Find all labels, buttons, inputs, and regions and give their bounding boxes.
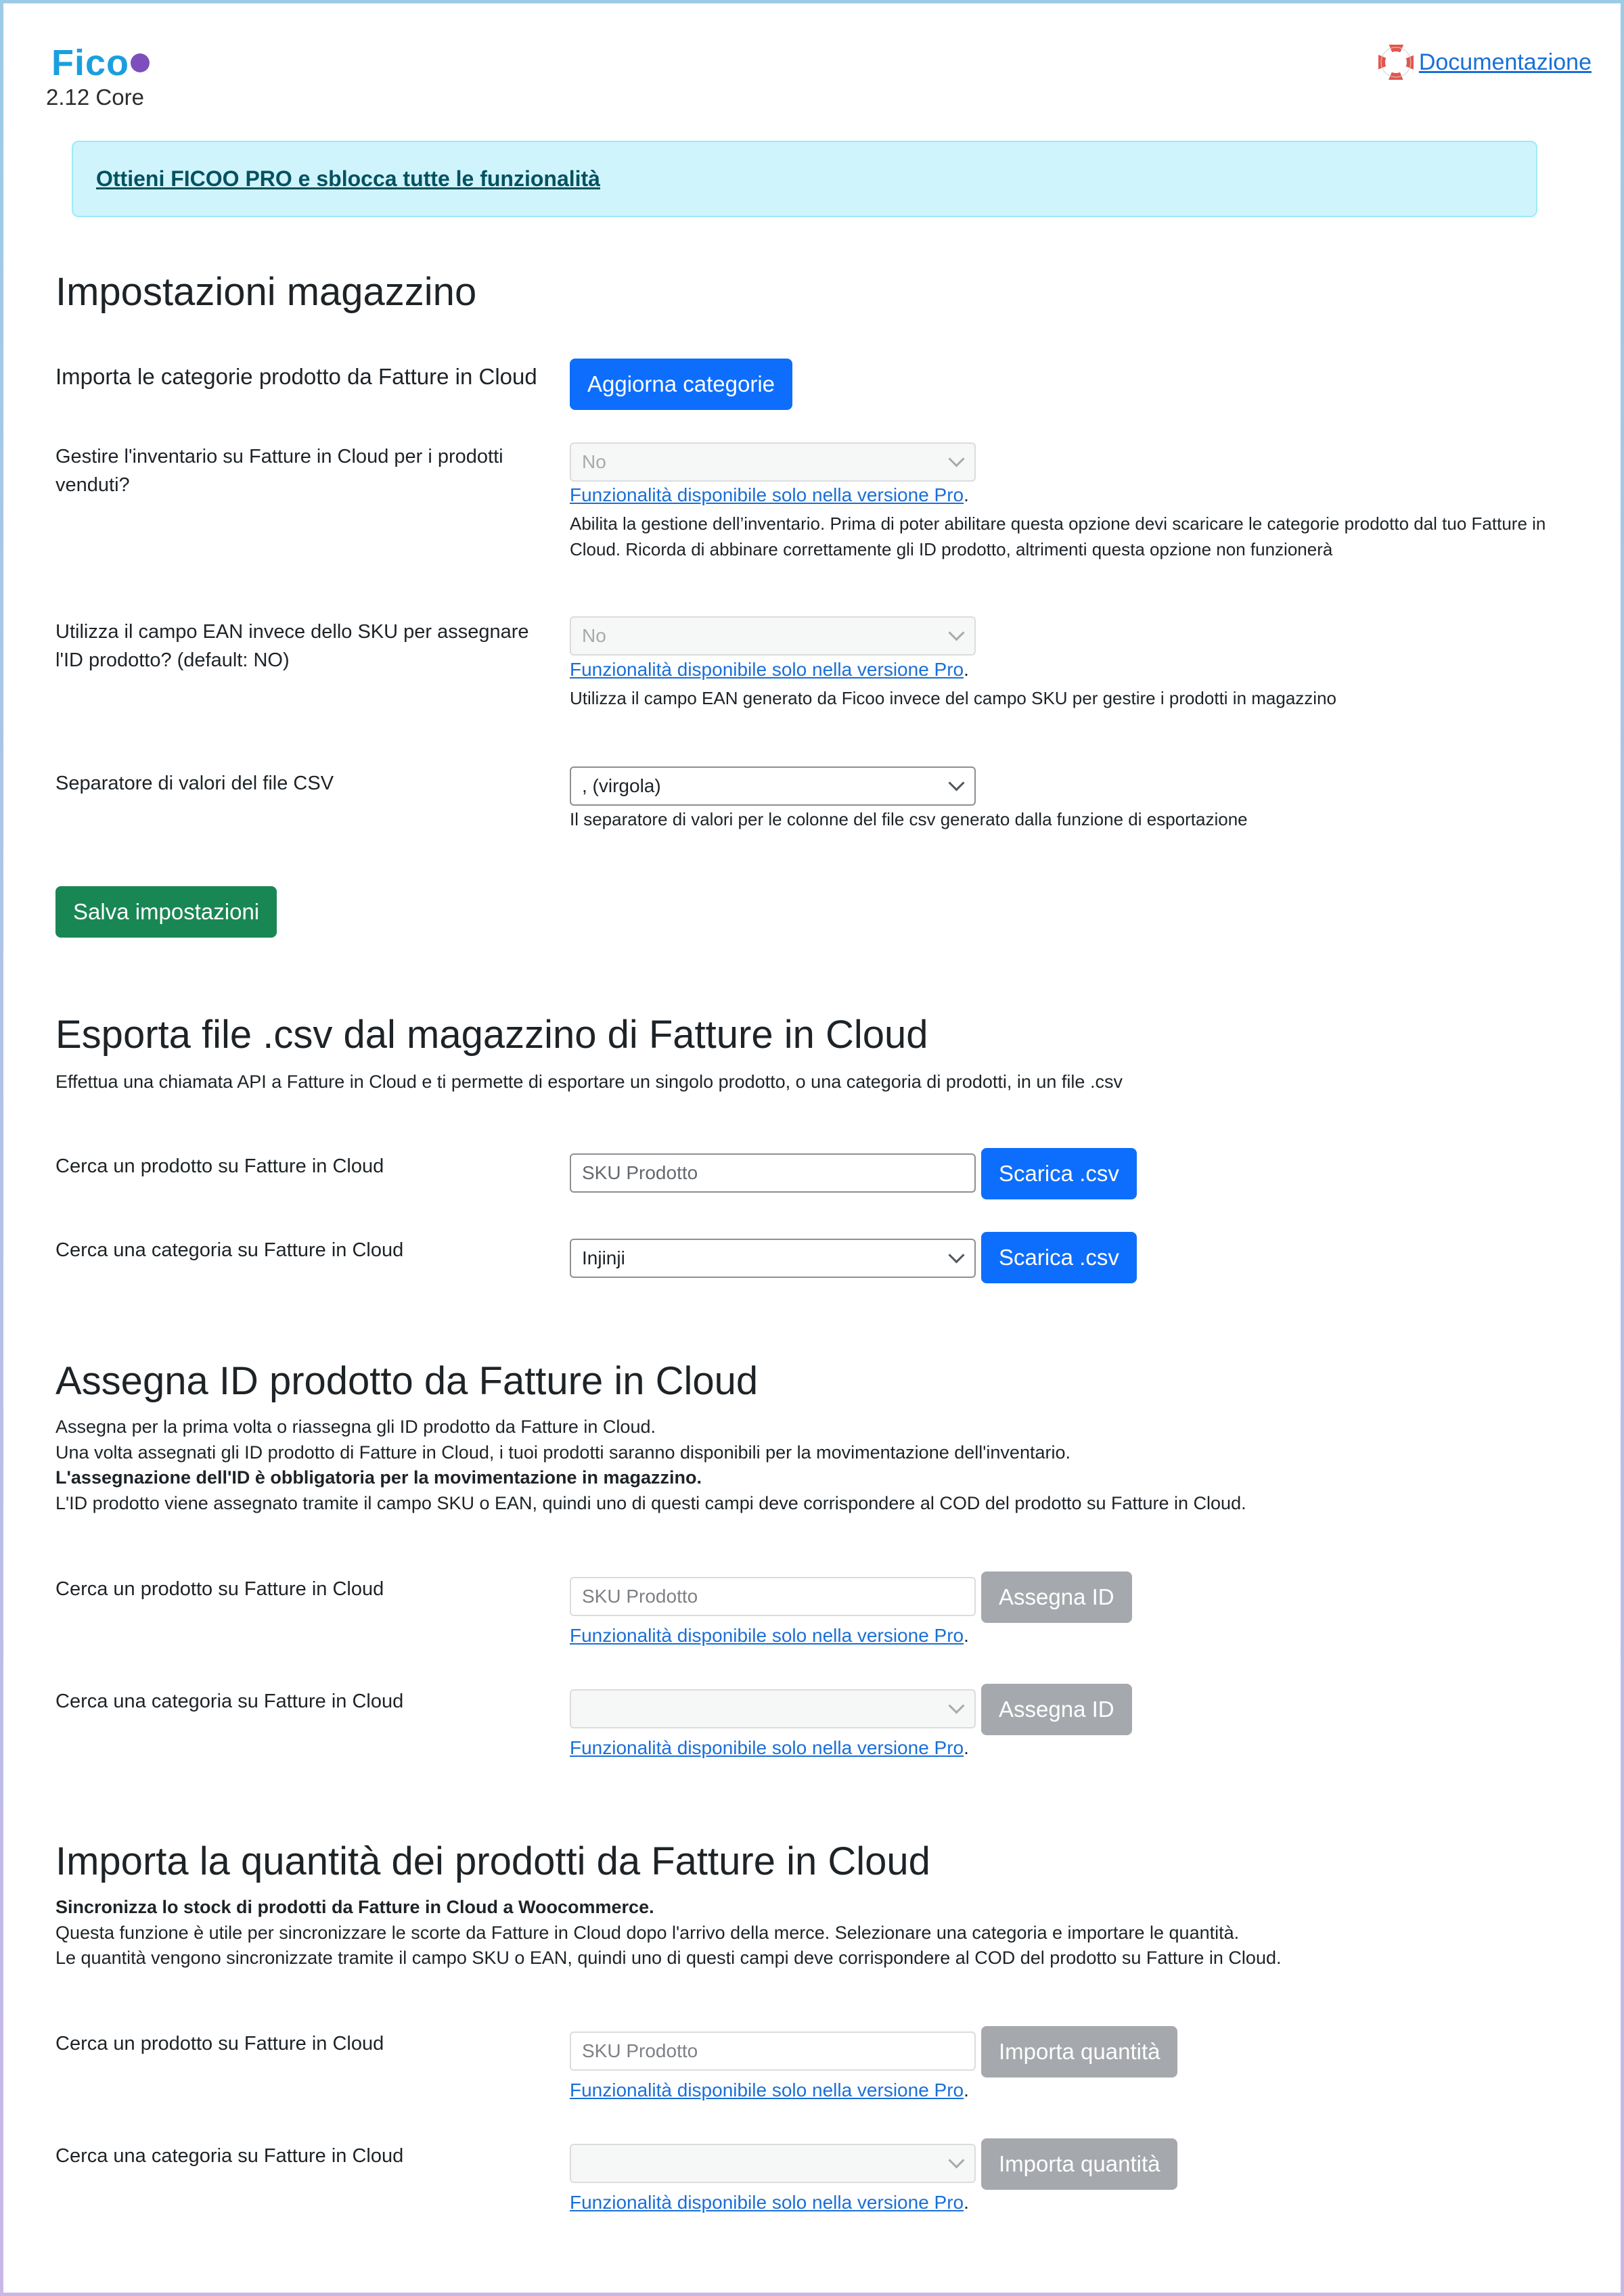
export-product-label: Cerca un prodotto su Fatture in Cloud [55,1155,384,1177]
quantity-product-pro-notice: Funzionalità disponibile solo nella vers… [570,2080,969,2100]
inventory-pro-notice: Funzionalità disponibile solo nella vers… [570,484,969,505]
logo-text: Fico [51,43,130,83]
inventory-label: Gestire l'inventario su Fatture in Cloud… [55,446,503,496]
chevron-down-icon [948,2152,965,2169]
chevron-down-icon [948,451,965,467]
ean-select[interactable]: No [570,616,976,656]
export-description: Effettua una chiamata API a Fatture in C… [55,1072,1123,1092]
csv-separator-label: Separatore di valori del file CSV [55,773,334,794]
quantity-desc-bold: Sincronizza lo stock di prodotti da Fatt… [55,1897,654,1917]
assign-category-id-button[interactable]: Assegna ID [981,1684,1132,1735]
quantity-category-pro-link[interactable]: Funzionalità disponibile solo nella vers… [570,2192,964,2213]
update-categories-button[interactable]: Aggiorna categorie [570,359,793,410]
assign-desc-line-1: Assegna per la prima volta o riassegna g… [55,1417,656,1437]
csv-separator-select[interactable]: , (virgola) [570,766,976,806]
documentation-link[interactable]: Documentazione [1419,49,1592,76]
quantity-description: Sincronizza lo stock di prodotti da Fatt… [55,1895,1281,1971]
inventory-help-text: Abilita la gestione dell’inventario. Pri… [570,513,1546,559]
warehouse-settings-title: Impostazioni magazzino [55,270,477,314]
quantity-desc-line-1: Sincronizza lo stock di prodotti da Fatt… [55,1895,1281,1921]
inventory-select-value: No [582,451,606,472]
assign-product-pro-link[interactable]: Funzionalità disponibile solo nella vers… [570,1625,964,1646]
assign-product-pro-notice: Funzionalità disponibile solo nella vers… [570,1625,969,1646]
quantity-category-pro-notice: Funzionalità disponibile solo nella vers… [570,2192,969,2213]
ficoo-logo: Fico [51,42,150,84]
pro-banner-link[interactable]: Ottieni FICOO PRO e sblocca tutte le fun… [96,166,600,191]
export-category-label: Cerca una categoria su Fatture in Cloud [55,1239,404,1261]
import-product-quantity-button[interactable]: Importa quantità [981,2026,1178,2077]
export-category-select[interactable]: Injinji [570,1239,976,1278]
quantity-category-select[interactable] [570,2144,976,2183]
assign-category-pro-link[interactable]: Funzionalità disponibile solo nella vers… [570,1737,964,1758]
assign-desc-line-3: L'assegnazione dell'ID è obbligatoria pe… [55,1465,1246,1491]
quantity-desc-line-2: Questa funzione è utile per sincronizzar… [55,1922,1240,1943]
quantity-category-label: Cerca una categoria su Fatture in Cloud [55,2145,404,2167]
quantity-desc-line-3: Le quantità vengono sincronizzate tramit… [55,1948,1282,1968]
inventory-pro-link[interactable]: Funzionalità disponibile solo nella vers… [570,484,964,505]
quantity-sku-input[interactable]: SKU Prodotto [570,2031,976,2071]
export-sku-input[interactable]: SKU Prodotto [570,1153,976,1193]
inventory-select[interactable]: No [570,442,976,482]
chevron-down-icon [948,775,965,791]
lifebuoy-icon [1378,45,1414,80]
chevron-down-icon [948,1697,965,1714]
version-label: 2.12 Core [46,85,144,110]
assign-category-select[interactable] [570,1689,976,1728]
logo-dot-icon [131,53,150,72]
ean-pro-notice: Funzionalità disponibile solo nella vers… [570,659,969,680]
quantity-product-label: Cerca un prodotto su Fatture in Cloud [55,2033,384,2054]
pro-banner: Ottieni FICOO PRO e sblocca tutte le fun… [72,141,1537,217]
import-categories-label: Importa le categorie prodotto da Fatture… [55,364,537,389]
csv-separator-help-text: Il separatore di valori per le colonne d… [570,809,1248,829]
chevron-down-icon [948,624,965,641]
ean-label: Utilizza il campo EAN invece dello SKU p… [55,621,529,671]
import-quantity-title: Importa la quantità dei prodotti da Fatt… [55,1839,930,1883]
assign-product-label: Cerca un prodotto su Fatture in Cloud [55,1578,384,1600]
assign-desc-line-2: Una volta assegnati gli ID prodotto di F… [55,1442,1070,1463]
documentation-link-group[interactable]: Documentazione [1378,45,1592,80]
csv-separator-value: , (virgola) [582,775,661,796]
assign-sku-input[interactable]: SKU Prodotto [570,1577,976,1616]
export-product-csv-button[interactable]: Scarica .csv [981,1148,1137,1199]
ean-help-text: Utilizza il campo EAN generato da Ficoo … [570,688,1336,708]
assign-desc-line-4: L'ID prodotto viene assegnato tramite il… [55,1492,1246,1513]
ean-pro-link[interactable]: Funzionalità disponibile solo nella vers… [570,659,964,680]
assign-category-label: Cerca una categoria su Fatture in Cloud [55,1691,404,1712]
export-category-csv-button[interactable]: Scarica .csv [981,1232,1137,1283]
assign-desc-bold: L'assegnazione dell'ID è obbligatoria pe… [55,1467,702,1488]
ean-select-value: No [582,625,606,646]
export-csv-title: Esporta file .csv dal magazzino di Fattu… [55,1013,928,1057]
assign-description: Assegna per la prima volta o riassegna g… [55,1415,1246,1516]
assign-id-title: Assegna ID prodotto da Fatture in Cloud [55,1359,759,1403]
assign-product-id-button[interactable]: Assegna ID [981,1571,1132,1623]
quantity-product-pro-link[interactable]: Funzionalità disponibile solo nella vers… [570,2080,964,2100]
chevron-down-icon [948,1247,965,1264]
import-category-quantity-button[interactable]: Importa quantità [981,2138,1178,2190]
export-category-value: Injinji [582,1247,625,1268]
save-settings-button[interactable]: Salva impostazioni [55,886,277,938]
assign-category-pro-notice: Funzionalità disponibile solo nella vers… [570,1737,969,1758]
